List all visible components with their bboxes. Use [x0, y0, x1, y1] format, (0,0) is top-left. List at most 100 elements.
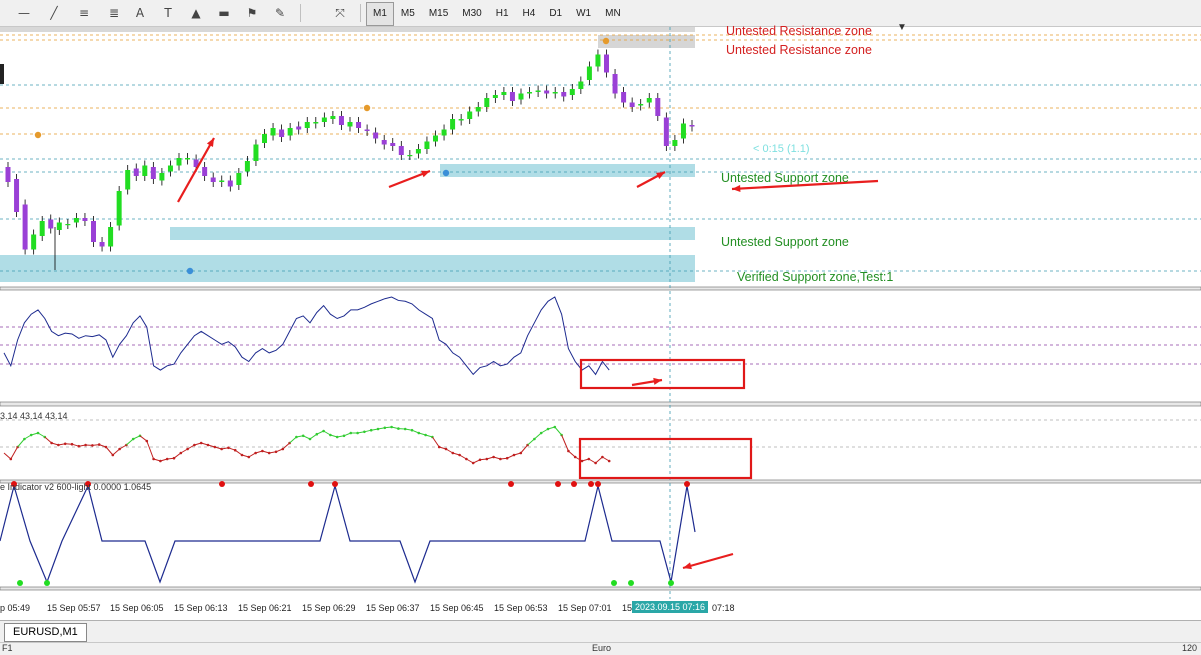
- candle-body: [57, 223, 62, 231]
- candle-body: [450, 119, 455, 130]
- candle-body: [108, 227, 113, 247]
- fibonacci-icon[interactable]: ≣: [104, 3, 124, 23]
- trendline-icon[interactable]: ╱: [44, 3, 64, 23]
- candle-body: [134, 169, 139, 177]
- equidistant-channel-icon[interactable]: ≡: [74, 3, 94, 23]
- annotation-arrow-head: [421, 171, 430, 178]
- candle-body: [407, 155, 412, 156]
- candle-body: [570, 89, 575, 95]
- toolbar-separator: [360, 4, 361, 22]
- status-left: F1: [2, 643, 13, 653]
- timeframe-m30-button[interactable]: M30: [455, 2, 488, 26]
- rsi-segment: [555, 427, 562, 435]
- time-tick-label: 15 Sep 07:01: [558, 603, 612, 613]
- candle-body: [561, 92, 566, 97]
- status-bar: F1 Euro 120: [0, 642, 1201, 655]
- candle-body: [91, 221, 96, 242]
- candle-body: [373, 133, 378, 139]
- candle-body: [390, 143, 395, 146]
- candle-body: [587, 67, 592, 81]
- flag-icon[interactable]: ⚑: [242, 3, 262, 23]
- text-label-icon[interactable]: T: [158, 3, 178, 23]
- candle-body: [424, 142, 429, 150]
- signal-dot-red: [595, 481, 601, 487]
- candle-body: [613, 74, 618, 94]
- status-center: Euro: [592, 643, 611, 653]
- timeframe-m1-button[interactable]: M1: [366, 2, 394, 26]
- tab-eurusd-m1[interactable]: EURUSD,M1: [4, 623, 87, 642]
- candle-body: [638, 104, 643, 106]
- candle-body: [536, 91, 541, 93]
- pane4-value-label: e Indicator v2 600-light 0.0000 1.0645: [0, 482, 151, 492]
- time-tick-label: 15: [622, 603, 632, 613]
- candle-body: [348, 122, 353, 127]
- candle-body: [595, 55, 600, 67]
- rsi-segment: [528, 439, 535, 445]
- timeframe-d1-button[interactable]: D1: [542, 2, 569, 26]
- annotation-arrow-head: [732, 185, 740, 192]
- chevron-down-icon[interactable]: ▼: [897, 22, 907, 33]
- signal-dot-green: [611, 580, 617, 586]
- rsi-segment: [106, 447, 113, 455]
- resistance-zone-label-2: Untested Resistance zone: [726, 43, 872, 57]
- candle-body: [279, 130, 284, 138]
- rsi-segment: [290, 437, 297, 443]
- candle-body: [664, 118, 669, 147]
- rsi-segment: [45, 437, 52, 443]
- verified-zone-label: Verified Support zone,Test:1: [737, 270, 893, 284]
- minus-icon[interactable]: —: [14, 3, 34, 23]
- zone-marker-icon: [35, 132, 41, 138]
- signal-dot-green: [17, 580, 23, 586]
- candle-body: [399, 146, 404, 155]
- countdown-label: < 0:15 (1.1): [753, 143, 810, 155]
- timeframe-h4-button[interactable]: H4: [516, 2, 543, 26]
- signal-dot-red: [332, 481, 338, 487]
- resistance-zone-top: [0, 27, 695, 32]
- rsi-point: [608, 460, 611, 463]
- signal-dot-red: [308, 481, 314, 487]
- candle-body: [177, 158, 182, 166]
- candle-body: [433, 136, 438, 142]
- timeframe-w1-button[interactable]: W1: [569, 2, 598, 26]
- candle-body: [23, 205, 28, 250]
- candle-body: [185, 158, 190, 160]
- timeframe-m5-button[interactable]: M5: [394, 2, 422, 26]
- candle-body: [245, 161, 250, 172]
- annotation-arrow: [178, 138, 214, 202]
- timeframe-m15-button[interactable]: M15: [422, 2, 455, 26]
- candle-body: [313, 122, 318, 124]
- rsi-segment: [11, 447, 18, 459]
- time-tick-label: 15 Sep 06:45: [430, 603, 484, 613]
- text-icon[interactable]: A: [130, 3, 150, 23]
- pane3-value-label: 3.14 43.14 43.14: [0, 411, 68, 421]
- arrows-icon[interactable]: ⤧: [330, 3, 350, 23]
- signal-dot-green: [44, 580, 50, 586]
- signal-dot-red: [508, 481, 514, 487]
- time-tick-label: p 05:49: [0, 603, 30, 613]
- candle-body: [117, 191, 122, 226]
- triangle-icon[interactable]: ▲: [186, 3, 206, 23]
- pane-separator: [0, 587, 1201, 590]
- candle-body: [40, 221, 45, 236]
- candle-body: [236, 173, 241, 185]
- time-tick-label: 15 Sep 06:53: [494, 603, 548, 613]
- pencil-icon[interactable]: ✎: [270, 3, 290, 23]
- timeframe-h1-button[interactable]: H1: [489, 2, 516, 26]
- candle-body: [442, 130, 447, 136]
- resistance-zone-box: [598, 35, 695, 48]
- candle-body: [690, 125, 695, 127]
- time-tick-label: 15 Sep 06:21: [238, 603, 292, 613]
- candle-body: [159, 173, 164, 181]
- candle-body: [501, 92, 506, 95]
- candle-body: [604, 55, 609, 73]
- candle-body: [484, 98, 489, 107]
- timeframe-mn-button[interactable]: MN: [598, 2, 628, 26]
- chart-area[interactable]: [0, 27, 1201, 626]
- rectangle-icon[interactable]: ▬: [214, 3, 234, 23]
- candle-body: [253, 145, 258, 162]
- candle-body: [681, 124, 686, 139]
- timeframe-group: M1M5M15M30H1H4D1W1MN: [366, 2, 628, 24]
- candle-body: [211, 178, 216, 183]
- rsi-segment: [521, 445, 528, 453]
- candle-body: [356, 122, 361, 128]
